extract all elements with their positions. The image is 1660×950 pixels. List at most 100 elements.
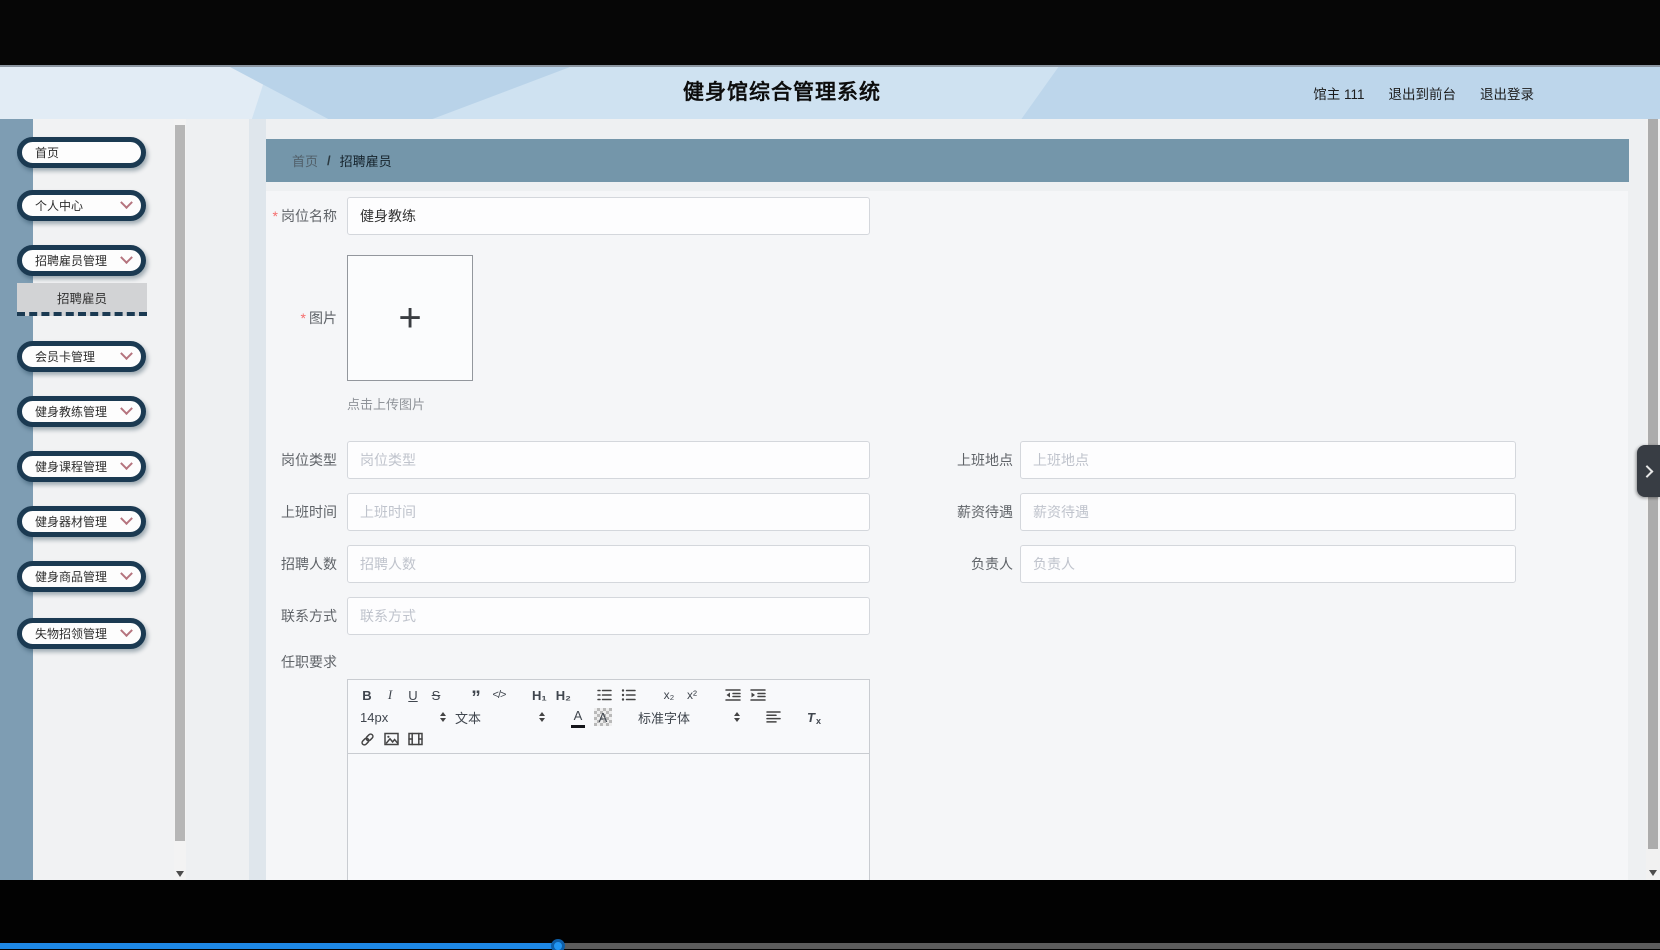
ordered-list-icon[interactable] bbox=[597, 686, 612, 704]
contact-input[interactable] bbox=[347, 597, 870, 635]
editor-toolbar: B I U S ” </> H₁ H₂ x₂ x² 14px 文本 A A 标准… bbox=[348, 680, 869, 754]
clean-t: T bbox=[807, 709, 815, 725]
chevron-down-icon bbox=[120, 402, 133, 416]
paragraph-value: 文本 bbox=[455, 710, 482, 726]
required-marker: * bbox=[300, 310, 306, 326]
sidebar-item-label: 失物招领管理 bbox=[35, 627, 108, 641]
font-size-select[interactable]: 14px bbox=[360, 710, 446, 725]
italic-button[interactable]: I bbox=[383, 686, 397, 704]
chevron-right-icon bbox=[1640, 464, 1654, 478]
top-letterbox-bar bbox=[0, 0, 1660, 65]
sidebar-item-goods-management[interactable]: 健身商品管理 bbox=[17, 561, 146, 592]
chevron-down-icon bbox=[120, 567, 133, 581]
sidebar-scrollbar-thumb[interactable] bbox=[175, 125, 185, 841]
logout-link[interactable]: 退出登录 bbox=[1480, 83, 1534, 103]
sidebar-item-coach-management[interactable]: 健身教练管理 bbox=[17, 396, 146, 427]
font-family-value: 标准字体 bbox=[638, 710, 691, 726]
editor-content-area[interactable] bbox=[348, 754, 869, 880]
job-name-label: * 岗位名称 bbox=[266, 197, 337, 235]
image-upload-box[interactable]: + bbox=[347, 255, 473, 381]
breadcrumb-home[interactable]: 首页 bbox=[292, 151, 318, 170]
sidebar-item-label: 个人中心 bbox=[35, 199, 84, 213]
panel-toggle-tab[interactable] bbox=[1637, 445, 1660, 497]
work-place-input[interactable] bbox=[1020, 441, 1516, 479]
header2-button[interactable]: H₂ bbox=[556, 686, 571, 704]
bold-button[interactable]: B bbox=[360, 686, 374, 704]
code-block-button[interactable]: </> bbox=[492, 686, 507, 704]
link-icon[interactable] bbox=[360, 730, 375, 748]
app-body: 首页 个人中心 招聘雇员管理 招聘雇员 会员卡管理 健身教练管理 健身课程管理 … bbox=[0, 119, 1660, 880]
font-size-value: 14px bbox=[360, 709, 389, 725]
sidebar bbox=[33, 119, 174, 880]
required-marker: * bbox=[272, 208, 278, 224]
form-card: *岗位名称 *图片 + 点击上传图片 岗位类型 上班地点 上班时间 薪资待遇 招… bbox=[266, 191, 1628, 880]
video-icon[interactable] bbox=[408, 730, 423, 748]
image-label: * 图片 bbox=[266, 299, 337, 337]
indent-icon[interactable] bbox=[750, 686, 766, 704]
salary-input[interactable] bbox=[1020, 493, 1516, 531]
content-left-band bbox=[249, 119, 266, 880]
select-arrows-icon bbox=[440, 712, 446, 722]
sidebar-item-label: 健身课程管理 bbox=[35, 460, 108, 474]
requirements-label: 任职要求 bbox=[281, 654, 337, 670]
image-icon[interactable] bbox=[384, 730, 399, 748]
sidebar-item-personal-center[interactable]: 个人中心 bbox=[17, 190, 146, 221]
requirements-editor: B I U S ” </> H₁ H₂ x₂ x² 14px 文本 A A 标准… bbox=[347, 679, 870, 880]
app-header: 健身馆综合管理系统 馆主 111 退出到前台 退出登录 bbox=[0, 65, 1660, 119]
breadcrumb-current: 招聘雇员 bbox=[339, 154, 392, 169]
select-arrows-icon bbox=[539, 712, 545, 722]
underline-button[interactable]: U bbox=[406, 686, 420, 704]
principal-input[interactable] bbox=[1020, 545, 1516, 583]
breadcrumb: 首页 / 招聘雇员 bbox=[266, 139, 1629, 182]
clean-x: x bbox=[815, 716, 821, 726]
label-text: 图片 bbox=[309, 310, 337, 326]
work-time-input[interactable] bbox=[347, 493, 870, 531]
superscript-button[interactable]: x² bbox=[685, 686, 699, 704]
main-scrollbar[interactable] bbox=[1646, 119, 1660, 880]
job-name-input[interactable] bbox=[347, 197, 870, 235]
sidebar-item-home[interactable]: 首页 bbox=[17, 137, 146, 168]
video-progress-handle[interactable] bbox=[551, 939, 565, 950]
background-color-button[interactable]: A bbox=[594, 708, 612, 726]
upload-hint-text: 点击上传图片 bbox=[347, 397, 426, 412]
sidebar-item-recruit-management[interactable]: 招聘雇员管理 bbox=[17, 245, 146, 276]
bullet-list-icon[interactable] bbox=[621, 686, 636, 704]
sidebar-item-lost-found-management[interactable]: 失物招领管理 bbox=[17, 618, 146, 649]
job-type-label: 岗位类型 bbox=[281, 452, 337, 468]
sidebar-item-label: 首页 bbox=[35, 146, 60, 160]
sidebar-scrollbar[interactable] bbox=[174, 119, 186, 880]
job-type-input[interactable] bbox=[347, 441, 870, 479]
sidebar-item-member-card-management[interactable]: 会员卡管理 bbox=[17, 341, 146, 372]
principal-label: 负责人 bbox=[971, 556, 1013, 572]
outdent-icon[interactable] bbox=[725, 686, 741, 704]
app-frame: 健身馆综合管理系统 馆主 111 退出到前台 退出登录 首页 个人中心 招聘雇员… bbox=[0, 0, 1660, 950]
sidebar-item-course-management[interactable]: 健身课程管理 bbox=[17, 451, 146, 482]
toolbar-row-3 bbox=[360, 728, 857, 750]
chevron-down-icon bbox=[120, 251, 133, 265]
align-icon[interactable] bbox=[766, 708, 781, 726]
sidebar-subitem-recruit-employee[interactable]: 招聘雇员 bbox=[17, 283, 147, 316]
clean-format-button[interactable]: Tx bbox=[807, 708, 821, 727]
video-progress-bar[interactable] bbox=[0, 939, 1660, 950]
sidebar-item-label: 健身器材管理 bbox=[35, 515, 108, 529]
breadcrumb-separator: / bbox=[327, 153, 331, 168]
header-links: 馆主 111 退出到前台 退出登录 bbox=[1313, 67, 1534, 119]
sidebar-item-equipment-management[interactable]: 健身器材管理 bbox=[17, 506, 146, 537]
subscript-button[interactable]: x₂ bbox=[662, 686, 676, 704]
bottom-letterbox-bar bbox=[0, 880, 1660, 950]
select-arrows-icon bbox=[734, 712, 740, 722]
chevron-down-icon bbox=[120, 347, 133, 361]
font-family-select[interactable]: 标准字体 bbox=[638, 708, 740, 727]
exit-to-front-link[interactable]: 退出到前台 bbox=[1389, 83, 1457, 103]
scroll-down-arrow-icon[interactable] bbox=[176, 871, 184, 877]
paragraph-select[interactable]: 文本 bbox=[455, 708, 545, 727]
chevron-down-icon bbox=[120, 512, 133, 526]
toolbar-row-1: B I U S ” </> H₁ H₂ x₂ x² bbox=[360, 684, 857, 708]
strikethrough-button[interactable]: S bbox=[429, 686, 443, 704]
scroll-down-arrow-icon[interactable] bbox=[1649, 870, 1657, 876]
sidebar-item-label: 健身商品管理 bbox=[35, 570, 108, 584]
text-color-button[interactable]: A bbox=[571, 707, 585, 728]
blockquote-button[interactable]: ” bbox=[469, 689, 483, 708]
header1-button[interactable]: H₁ bbox=[532, 686, 547, 704]
recruit-count-input[interactable] bbox=[347, 545, 870, 583]
